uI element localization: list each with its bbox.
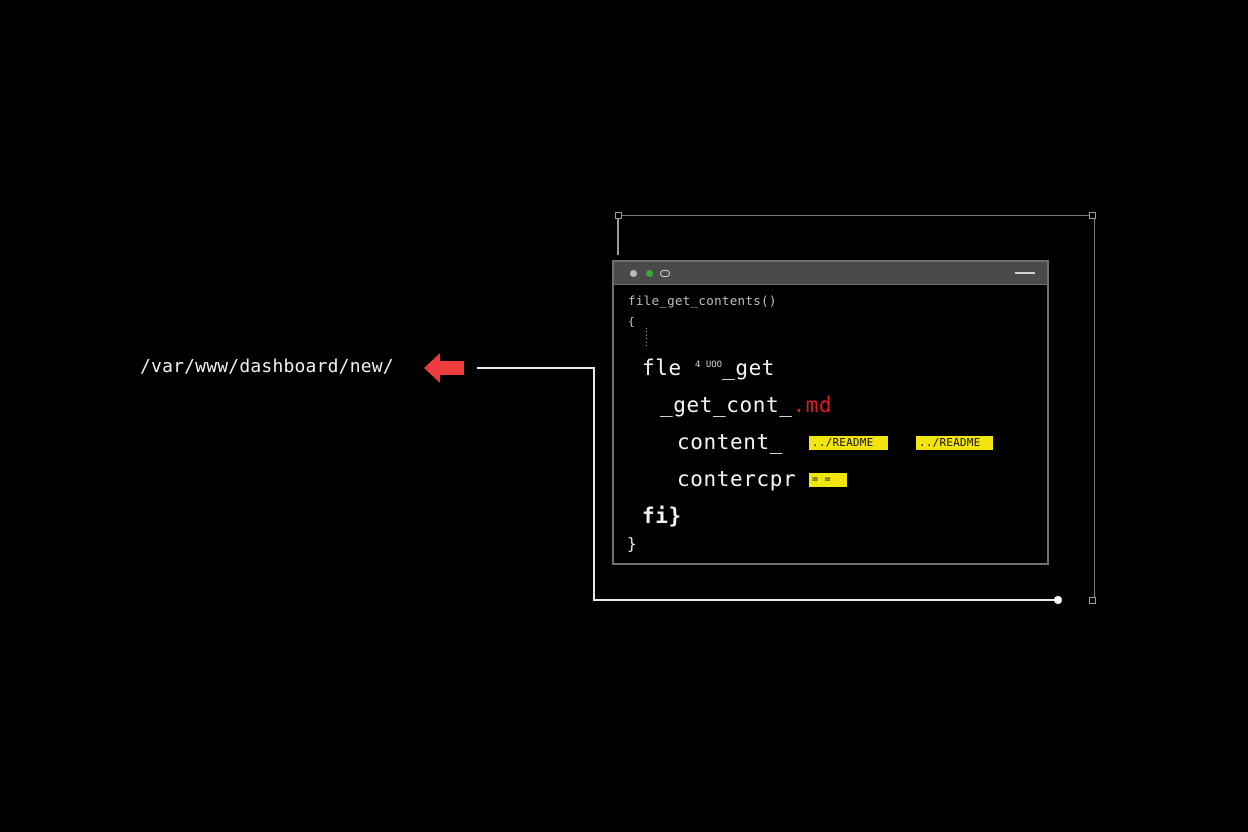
code-text: _get [722, 356, 776, 380]
window-titlebar[interactable] [614, 262, 1047, 285]
frame-corner-handle[interactable] [615, 212, 622, 219]
frame-line-top [619, 215, 1092, 216]
code-text: fle [642, 356, 682, 380]
minimize-icon[interactable] [1015, 272, 1035, 274]
frame-corner-handle[interactable] [1089, 597, 1096, 604]
connector-line [593, 367, 595, 601]
connector-line [477, 367, 594, 369]
code-line-4: contercpr [677, 467, 797, 491]
code-line-1: fle 4 UOO_get [642, 356, 775, 380]
connector-line [593, 599, 1058, 601]
file-extension: .md [792, 393, 833, 417]
window-dot-icon[interactable] [630, 270, 637, 277]
highlight-tag: = = [809, 473, 847, 487]
code-line-2: _get_cont_.md [660, 393, 832, 417]
arrow-left-icon [424, 353, 464, 383]
open-brace: { [628, 315, 635, 328]
code-text: _get_cont_ [660, 393, 793, 417]
code-tiny-text: 4 UOO [694, 360, 723, 370]
frame-line-left [617, 215, 619, 255]
code-header-line: file_get_contents() [628, 293, 777, 308]
code-line-3: content_ [677, 430, 783, 454]
window-dot-icon[interactable] [646, 270, 653, 277]
code-line-5: fi} [642, 504, 682, 528]
connector-endpoint [1054, 596, 1062, 604]
highlight-tag: ../README [809, 436, 888, 450]
frame-line-right [1094, 216, 1095, 601]
terminal-window: file_get_contents() { : : : fle 4 UOO_ge… [612, 260, 1049, 565]
path-label: /var/www/dashboard/new/ [140, 356, 394, 377]
frame-corner-handle[interactable] [1089, 212, 1096, 219]
close-brace: } [627, 534, 637, 553]
highlight-tag: ../README [916, 436, 993, 450]
toggle-icon[interactable] [660, 270, 670, 277]
code-dots: : : : [644, 325, 649, 348]
